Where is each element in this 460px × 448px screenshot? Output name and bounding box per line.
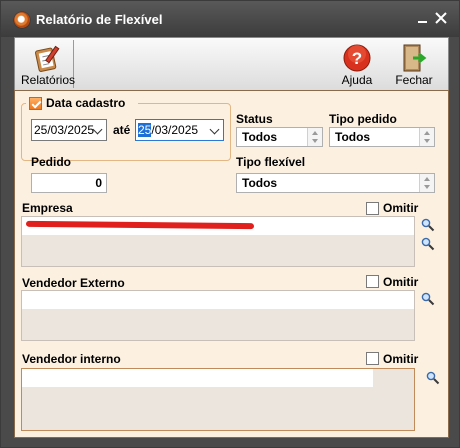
- flex-type-value: Todos: [242, 176, 278, 190]
- window-title: Relatório de Flexível: [36, 12, 163, 27]
- date-to-value: 25/03/2025: [138, 120, 198, 140]
- toolbar: Relatórios ? Ajuda Fechar: [14, 37, 449, 91]
- filter-panel: Data cadastro 25/03/2025 até 25/03/2025 …: [14, 90, 449, 438]
- empresa-omit-label: Omitir: [383, 201, 419, 215]
- empresa-list[interactable]: [21, 216, 415, 267]
- internal-seller-label: Vendedor interno: [22, 352, 121, 366]
- empresa-list-row[interactable]: [22, 217, 414, 235]
- minimize-button[interactable]: [415, 10, 431, 26]
- close-label: Fechar: [395, 73, 433, 87]
- empresa-search-alt-icon[interactable]: [421, 237, 435, 251]
- date-from-picker[interactable]: 25/03/2025: [31, 119, 107, 141]
- external-seller-omit-label: Omitir: [383, 275, 419, 289]
- clipboard-report-icon: [35, 45, 60, 72]
- exit-door-icon: [403, 44, 427, 72]
- help-button[interactable]: ? Ajuda: [335, 40, 379, 88]
- order-number-input[interactable]: 0: [31, 173, 107, 193]
- close-button[interactable]: Fechar: [391, 40, 437, 88]
- reports-button[interactable]: Relatórios: [21, 40, 76, 88]
- order-type-value: Todos: [335, 130, 371, 144]
- status-value: Todos: [242, 130, 278, 144]
- date-group-label: Data cadastro: [46, 96, 126, 110]
- external-seller-list-row[interactable]: [22, 291, 414, 309]
- report-window: Relatório de Flexível Relatórios ? Ajuda: [0, 0, 460, 448]
- order-type-spin-icon: [419, 128, 434, 146]
- status-label: Status: [236, 112, 273, 126]
- empresa-label: Empresa: [22, 201, 73, 215]
- date-to-selected-part: 25: [138, 123, 152, 137]
- order-label: Pedido: [31, 155, 72, 169]
- date-separator: até: [113, 123, 131, 137]
- date-from-value: 25/03/2025: [34, 123, 95, 137]
- internal-seller-search-icon[interactable]: [426, 371, 440, 385]
- empresa-search-icon[interactable]: [421, 218, 435, 232]
- external-seller-omit-checkbox[interactable]: [366, 275, 379, 288]
- internal-seller-list[interactable]: [21, 368, 415, 431]
- close-icon: [435, 12, 447, 24]
- help-question-icon: ?: [343, 44, 371, 72]
- redacted-text: [25, 220, 255, 230]
- internal-seller-omit-checkbox[interactable]: [366, 352, 379, 365]
- empresa-omit-checkbox[interactable]: [366, 202, 379, 215]
- chevron-down-icon: [209, 124, 220, 135]
- order-type-select[interactable]: Todos: [329, 127, 435, 147]
- flex-type-label: Tipo flexível: [236, 155, 306, 169]
- external-seller-search-icon[interactable]: [421, 292, 435, 306]
- status-spin-icon: [307, 128, 322, 146]
- internal-seller-list-row[interactable]: [22, 369, 373, 387]
- title-bar: Relatório de Flexível: [1, 1, 459, 37]
- internal-seller-omit-label: Omitir: [383, 352, 419, 366]
- order-type-label: Tipo pedido: [329, 112, 397, 126]
- date-to-rest: /03/2025: [151, 123, 199, 137]
- status-select[interactable]: Todos: [236, 127, 323, 147]
- flex-type-select[interactable]: Todos: [236, 173, 435, 193]
- external-seller-list[interactable]: [21, 290, 415, 341]
- svg-text:?: ?: [352, 49, 362, 68]
- date-filter-checkbox[interactable]: [29, 97, 42, 110]
- flex-type-spin-icon: [419, 174, 434, 192]
- external-seller-label: Vendedor Externo: [22, 276, 125, 290]
- reports-label: Relatórios: [21, 73, 76, 87]
- app-logo-icon: [14, 12, 30, 28]
- help-label: Ajuda: [341, 73, 373, 87]
- date-to-picker[interactable]: 25/03/2025: [135, 119, 224, 141]
- minimize-icon: [418, 21, 427, 23]
- order-number-value: 0: [95, 176, 102, 190]
- close-window-button[interactable]: [433, 10, 449, 26]
